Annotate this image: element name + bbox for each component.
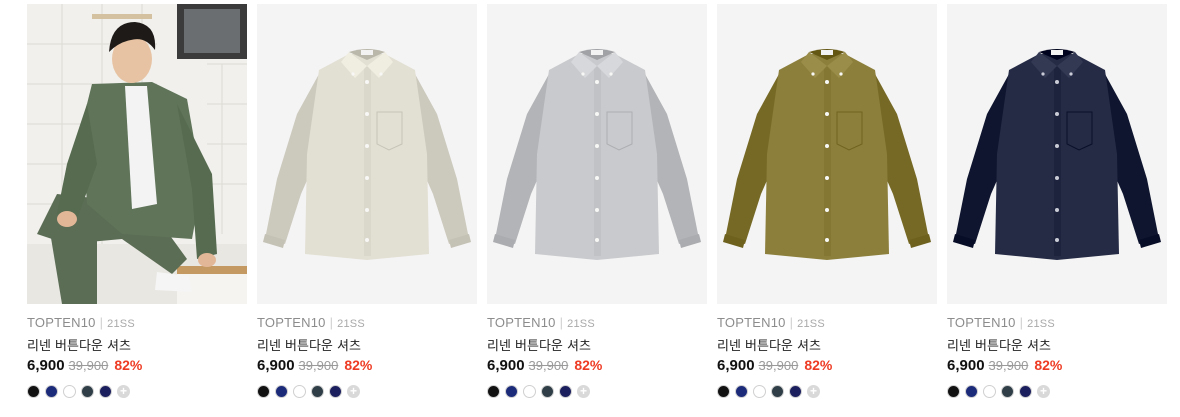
separator: | xyxy=(1019,315,1024,330)
plus-icon[interactable]: + xyxy=(347,385,360,399)
color-swatches: + xyxy=(947,383,1050,399)
product-card[interactable]: TOPTEN10 | 21SS 리넨 버튼다운 셔츠 6,900 39,900 82% … xyxy=(947,4,1167,409)
plus-icon[interactable]: + xyxy=(577,385,590,399)
brand-line: TOPTEN10 | 21SS xyxy=(257,315,365,330)
brand-name[interactable]: TOPTEN10 xyxy=(487,315,556,330)
sale-price: 6,900 xyxy=(487,357,525,374)
color-swatches: + xyxy=(487,383,590,399)
product-card[interactable]: TOPTEN10 | 21SS 리넨 버튼다운 셔츠 6,900 39,900 82% … xyxy=(717,4,937,409)
discount-rate: 82% xyxy=(114,357,143,373)
color-swatches: + xyxy=(717,383,820,399)
separator: | xyxy=(559,315,564,330)
product-grid: TOPTEN10 | 21SS 리넨 버튼다운 셔츠 6,900 39,900 82% … xyxy=(27,4,1167,414)
color-swatch[interactable] xyxy=(329,385,342,399)
color-swatch[interactable] xyxy=(99,385,112,399)
color-swatch[interactable] xyxy=(505,385,518,399)
brand-name[interactable]: TOPTEN10 xyxy=(947,315,1016,330)
discount-rate: 82% xyxy=(344,357,373,373)
brand-name[interactable]: TOPTEN10 xyxy=(717,315,786,330)
plus-icon[interactable]: + xyxy=(807,385,820,399)
sale-price: 6,900 xyxy=(947,357,985,374)
price-line: 6,900 39,900 82% xyxy=(257,357,372,375)
brand-name[interactable]: TOPTEN10 xyxy=(257,315,326,330)
color-swatch[interactable] xyxy=(735,385,748,399)
product-name[interactable]: 리넨 버튼다운 셔츠 xyxy=(487,335,591,354)
color-swatch[interactable] xyxy=(275,385,288,399)
shirt-illustration xyxy=(487,4,707,304)
brand-line: TOPTEN10 | 21SS xyxy=(27,315,135,330)
price-line: 6,900 39,900 82% xyxy=(27,357,142,375)
product-image[interactable] xyxy=(257,4,477,304)
color-swatch[interactable] xyxy=(293,385,306,399)
product-name[interactable]: 리넨 버튼다운 셔츠 xyxy=(257,335,361,354)
color-swatch[interactable] xyxy=(1019,385,1032,399)
product-card[interactable]: TOPTEN10 | 21SS 리넨 버튼다운 셔츠 6,900 39,900 82% … xyxy=(487,4,707,409)
product-card[interactable]: TOPTEN10 | 21SS 리넨 버튼다운 셔츠 6,900 39,900 82% … xyxy=(27,4,247,409)
product-image[interactable] xyxy=(27,4,247,304)
separator: | xyxy=(329,315,334,330)
color-swatch[interactable] xyxy=(559,385,572,399)
color-swatch[interactable] xyxy=(523,385,536,399)
color-swatch[interactable] xyxy=(487,385,500,399)
shirt-illustration xyxy=(947,4,1167,304)
discount-rate: 82% xyxy=(574,357,603,373)
model-photo xyxy=(27,4,247,304)
product-image[interactable] xyxy=(717,4,937,304)
sale-price: 6,900 xyxy=(717,357,755,374)
original-price: 39,900 xyxy=(528,358,569,373)
season-tag: 21SS xyxy=(337,318,365,330)
product-name[interactable]: 리넨 버튼다운 셔츠 xyxy=(27,335,131,354)
sale-price: 6,900 xyxy=(257,357,295,374)
color-swatch[interactable] xyxy=(27,385,40,399)
product-name[interactable]: 리넨 버튼다운 셔츠 xyxy=(717,335,821,354)
separator: | xyxy=(789,315,794,330)
product-image[interactable] xyxy=(487,4,707,304)
brand-name[interactable]: TOPTEN10 xyxy=(27,315,96,330)
color-swatches: + xyxy=(27,383,130,399)
color-swatch[interactable] xyxy=(311,385,324,399)
season-tag: 21SS xyxy=(107,318,135,330)
color-swatch[interactable] xyxy=(63,385,76,399)
price-line: 6,900 39,900 82% xyxy=(487,357,602,375)
color-swatch[interactable] xyxy=(753,385,766,399)
color-swatch[interactable] xyxy=(965,385,978,399)
price-line: 6,900 39,900 82% xyxy=(947,357,1062,375)
original-price: 39,900 xyxy=(298,358,339,373)
color-swatches: + xyxy=(257,383,360,399)
brand-line: TOPTEN10 | 21SS xyxy=(947,315,1055,330)
product-image[interactable] xyxy=(947,4,1167,304)
original-price: 39,900 xyxy=(68,358,109,373)
shirt-illustration xyxy=(717,4,937,304)
color-swatch[interactable] xyxy=(771,385,784,399)
separator: | xyxy=(99,315,104,330)
sale-price: 6,900 xyxy=(27,357,65,374)
brand-line: TOPTEN10 | 21SS xyxy=(487,315,595,330)
plus-icon[interactable]: + xyxy=(1037,385,1050,399)
color-swatch[interactable] xyxy=(541,385,554,399)
discount-rate: 82% xyxy=(804,357,833,373)
discount-rate: 82% xyxy=(1034,357,1063,373)
color-swatch[interactable] xyxy=(789,385,802,399)
product-card[interactable]: TOPTEN10 | 21SS 리넨 버튼다운 셔츠 6,900 39,900 82% … xyxy=(257,4,477,409)
shirt-illustration xyxy=(257,4,477,304)
color-swatch[interactable] xyxy=(257,385,270,399)
price-line: 6,900 39,900 82% xyxy=(717,357,832,375)
color-swatch[interactable] xyxy=(81,385,94,399)
season-tag: 21SS xyxy=(1027,318,1055,330)
color-swatch[interactable] xyxy=(947,385,960,399)
color-swatch[interactable] xyxy=(1001,385,1014,399)
season-tag: 21SS xyxy=(567,318,595,330)
color-swatch[interactable] xyxy=(45,385,58,399)
product-name[interactable]: 리넨 버튼다운 셔츠 xyxy=(947,335,1051,354)
original-price: 39,900 xyxy=(988,358,1029,373)
original-price: 39,900 xyxy=(758,358,799,373)
color-swatch[interactable] xyxy=(983,385,996,399)
plus-icon[interactable]: + xyxy=(117,385,130,399)
season-tag: 21SS xyxy=(797,318,825,330)
color-swatch[interactable] xyxy=(717,385,730,399)
brand-line: TOPTEN10 | 21SS xyxy=(717,315,825,330)
